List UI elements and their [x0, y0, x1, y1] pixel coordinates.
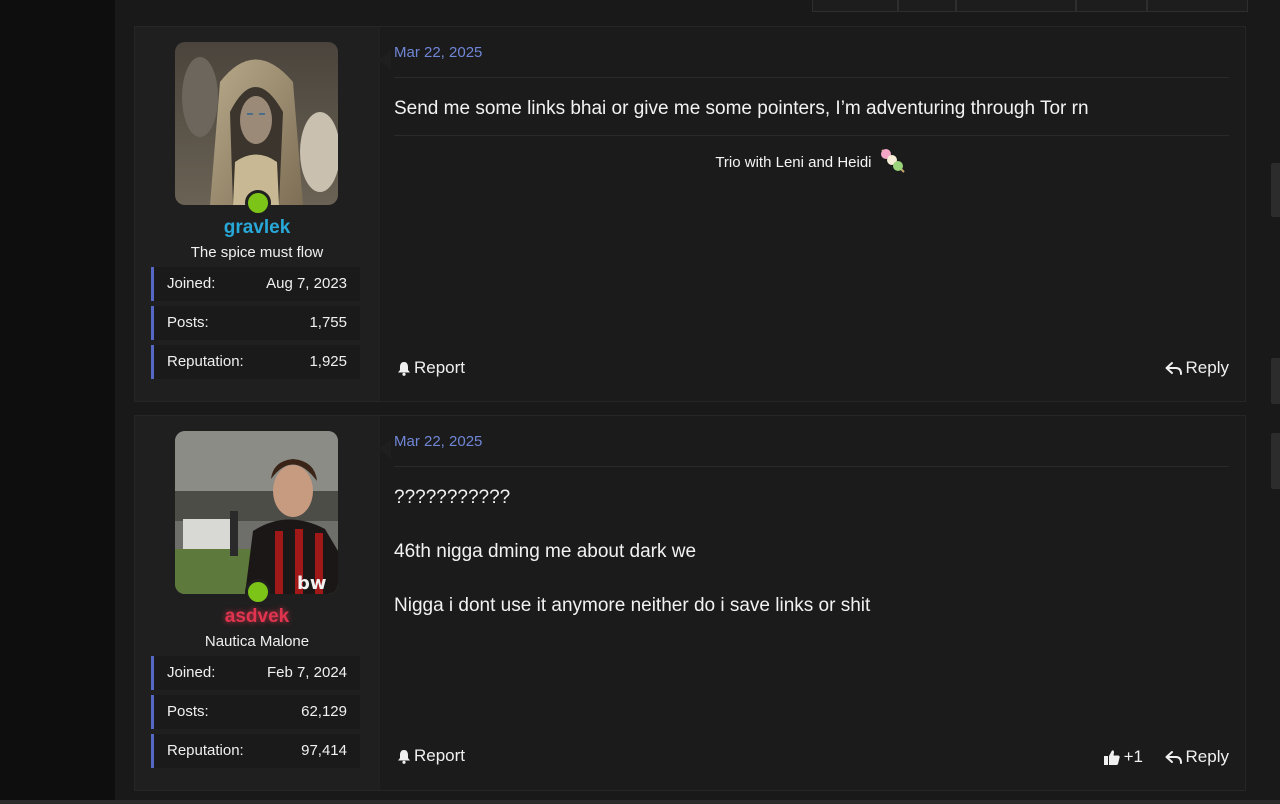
user-stats: Joined: Aug 7, 2023 Posts: 1,755 Reputat…: [151, 267, 360, 384]
report-button[interactable]: Report: [397, 358, 465, 378]
user-panel: bw asdvek Nautica Malone Joined: Feb 7, …: [135, 416, 380, 790]
stat-label: Reputation:: [167, 353, 244, 370]
reply-label: Reply: [1185, 747, 1229, 766]
message-text: 46th nigga dming me about dark we: [394, 541, 697, 562]
online-status-indicator: [245, 190, 271, 216]
divider: [394, 466, 1229, 467]
stat-label: Posts:: [167, 314, 209, 331]
message-text: Nigga i dont use it anymore neither do i…: [394, 595, 871, 616]
left-rail: [0, 0, 115, 804]
bell-icon: [398, 749, 410, 764]
online-status-indicator: [245, 579, 271, 605]
message-text: Send me some links bhai or give me some …: [394, 98, 1089, 119]
stat-value: 1,925: [309, 353, 347, 370]
signature-text: Trio with Leni and Heidi: [715, 153, 872, 171]
reply-button[interactable]: Reply: [1165, 358, 1229, 378]
post: bw asdvek Nautica Malone Joined: Feb 7, …: [134, 415, 1246, 791]
stat-value: Feb 7, 2024: [266, 664, 347, 681]
signature-divider: [394, 135, 1229, 136]
user-title: Nautica Malone: [204, 633, 310, 650]
stat-posts: Posts: 1,755: [151, 306, 360, 340]
svg-text:bw: bw: [297, 573, 327, 594]
like-button[interactable]: +1: [1103, 747, 1143, 767]
post-pointer-arrow: [379, 439, 391, 459]
username[interactable]: asdvek: [135, 606, 379, 628]
stat-value: 62,129: [301, 703, 347, 720]
post-content: Mar 22, 2025 Send me some links bhai or …: [394, 27, 1229, 401]
stat-posts: Posts: 62,129: [151, 695, 360, 729]
stat-label: Joined:: [167, 664, 216, 681]
reply-arrow-icon: [1165, 361, 1182, 375]
page-tab[interactable]: [1076, 0, 1147, 12]
page-tab[interactable]: [898, 0, 956, 12]
stat-value: 97,414: [301, 742, 347, 759]
stat-value: Aug 7, 2023: [266, 275, 347, 292]
like-count: +1: [1123, 747, 1143, 766]
stat-joined: Joined: Aug 7, 2023: [151, 267, 360, 301]
reply-button[interactable]: Reply: [1165, 747, 1229, 767]
scrollbar-thumb[interactable]: [1271, 433, 1280, 489]
post-content: Mar 22, 2025 ??????????? 46th nigga dmin…: [394, 416, 1229, 790]
scrollbar-thumb[interactable]: [1271, 358, 1280, 404]
stat-reputation: Reputation: 97,414: [151, 734, 360, 768]
bottom-border: [0, 800, 1280, 804]
scrollbar-thumb[interactable]: [1271, 163, 1280, 217]
thumbs-up-icon: [1103, 749, 1120, 765]
post-pointer-arrow: [379, 50, 391, 70]
stat-label: Reputation:: [167, 742, 244, 759]
dango-icon: [878, 147, 908, 179]
reply-arrow-icon: [1165, 750, 1182, 764]
stat-label: Joined:: [167, 275, 216, 292]
bell-icon: [398, 361, 410, 376]
user-title: The spice must flow: [190, 244, 324, 261]
avatar[interactable]: [175, 42, 338, 205]
message-text: ???????????: [394, 487, 511, 508]
post: gravlek The spice must flow Joined: Aug …: [134, 26, 1246, 402]
stat-reputation: Reputation: 1,925: [151, 345, 360, 379]
top-pagination-strip: [812, 0, 1248, 12]
post-date[interactable]: Mar 22, 2025: [394, 433, 482, 450]
page-tab[interactable]: [1147, 0, 1248, 12]
signature: Trio with Leni and Heidi: [394, 147, 1229, 179]
stat-joined: Joined: Feb 7, 2024: [151, 656, 360, 690]
report-label: Report: [414, 746, 466, 765]
report-label: Report: [414, 358, 466, 377]
page-tab[interactable]: [956, 0, 1076, 12]
username[interactable]: gravlek: [135, 217, 379, 239]
user-panel: gravlek The spice must flow Joined: Aug …: [135, 27, 380, 401]
stat-value: 1,755: [309, 314, 347, 331]
user-stats: Joined: Feb 7, 2024 Posts: 62,129 Reputa…: [151, 656, 360, 773]
stat-label: Posts:: [167, 703, 209, 720]
report-button[interactable]: Report: [397, 746, 465, 766]
reply-label: Reply: [1185, 358, 1229, 377]
page-tab[interactable]: [812, 0, 898, 12]
divider: [394, 77, 1229, 78]
post-date[interactable]: Mar 22, 2025: [394, 44, 482, 61]
avatar[interactable]: bw: [175, 431, 338, 594]
